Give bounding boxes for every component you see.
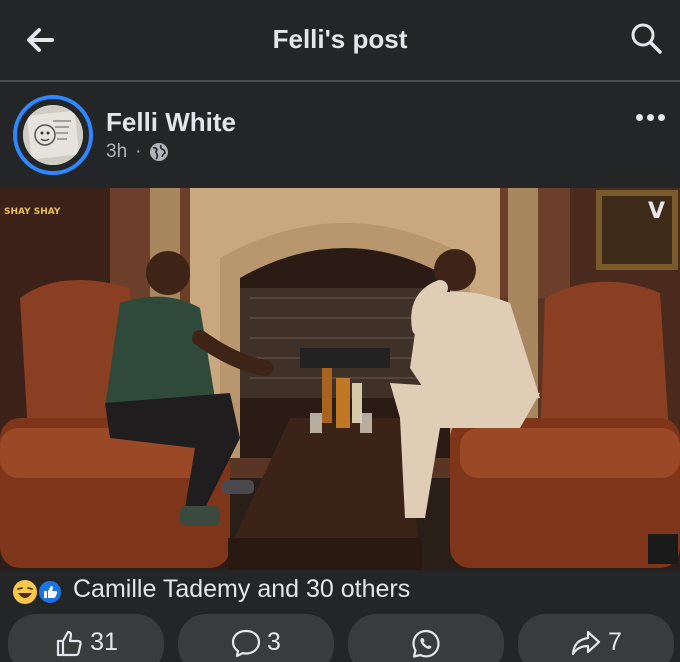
- share-count: 7: [608, 628, 622, 656]
- dot-icon: [646, 113, 654, 121]
- more-options-button[interactable]: [634, 110, 666, 124]
- video-logo-badge: [648, 534, 678, 564]
- search-icon[interactable]: [628, 20, 664, 56]
- like-button[interactable]: 31: [8, 614, 164, 662]
- share-icon: [571, 630, 601, 656]
- laugh-emoji-icon: [13, 580, 37, 604]
- post-meta: 3h ·: [106, 141, 169, 163]
- globe-icon: [150, 143, 169, 161]
- watermark-right: V: [648, 199, 665, 224]
- action-bar: 31 3 7: [0, 612, 680, 662]
- dot-icon: [635, 113, 643, 121]
- whatsapp-icon: [412, 629, 440, 658]
- post-video[interactable]: SHAY SHAY V: [0, 188, 680, 570]
- like-count: 31: [90, 628, 118, 656]
- avatar-image: [23, 105, 83, 165]
- share-button[interactable]: 7: [518, 614, 674, 662]
- reaction-icons: [13, 579, 63, 605]
- reactions-label: Camille Tademy and 30 others: [73, 575, 411, 603]
- thumbs-up-icon: [56, 630, 82, 657]
- page-title: Felli's post: [272, 24, 408, 54]
- comment-count: 3: [267, 628, 281, 656]
- whatsapp-share-button[interactable]: [348, 614, 504, 662]
- meta-separator: ·: [135, 141, 142, 162]
- avatar[interactable]: [13, 95, 93, 175]
- post-time[interactable]: 3h: [106, 141, 127, 163]
- reactions-summary[interactable]: Camille Tademy and 30 others: [0, 570, 680, 612]
- author-name[interactable]: Felli White: [106, 107, 236, 138]
- post-header: Felli White 3h ·: [0, 82, 680, 188]
- comment-button[interactable]: 3: [178, 614, 334, 662]
- top-bar: Felli's post: [0, 0, 680, 80]
- dot-icon: [657, 113, 665, 121]
- like-icon: [37, 579, 63, 605]
- watermark-left: SHAY SHAY: [4, 207, 61, 217]
- video-frame: SHAY SHAY V: [0, 188, 680, 570]
- comment-icon: [231, 629, 261, 658]
